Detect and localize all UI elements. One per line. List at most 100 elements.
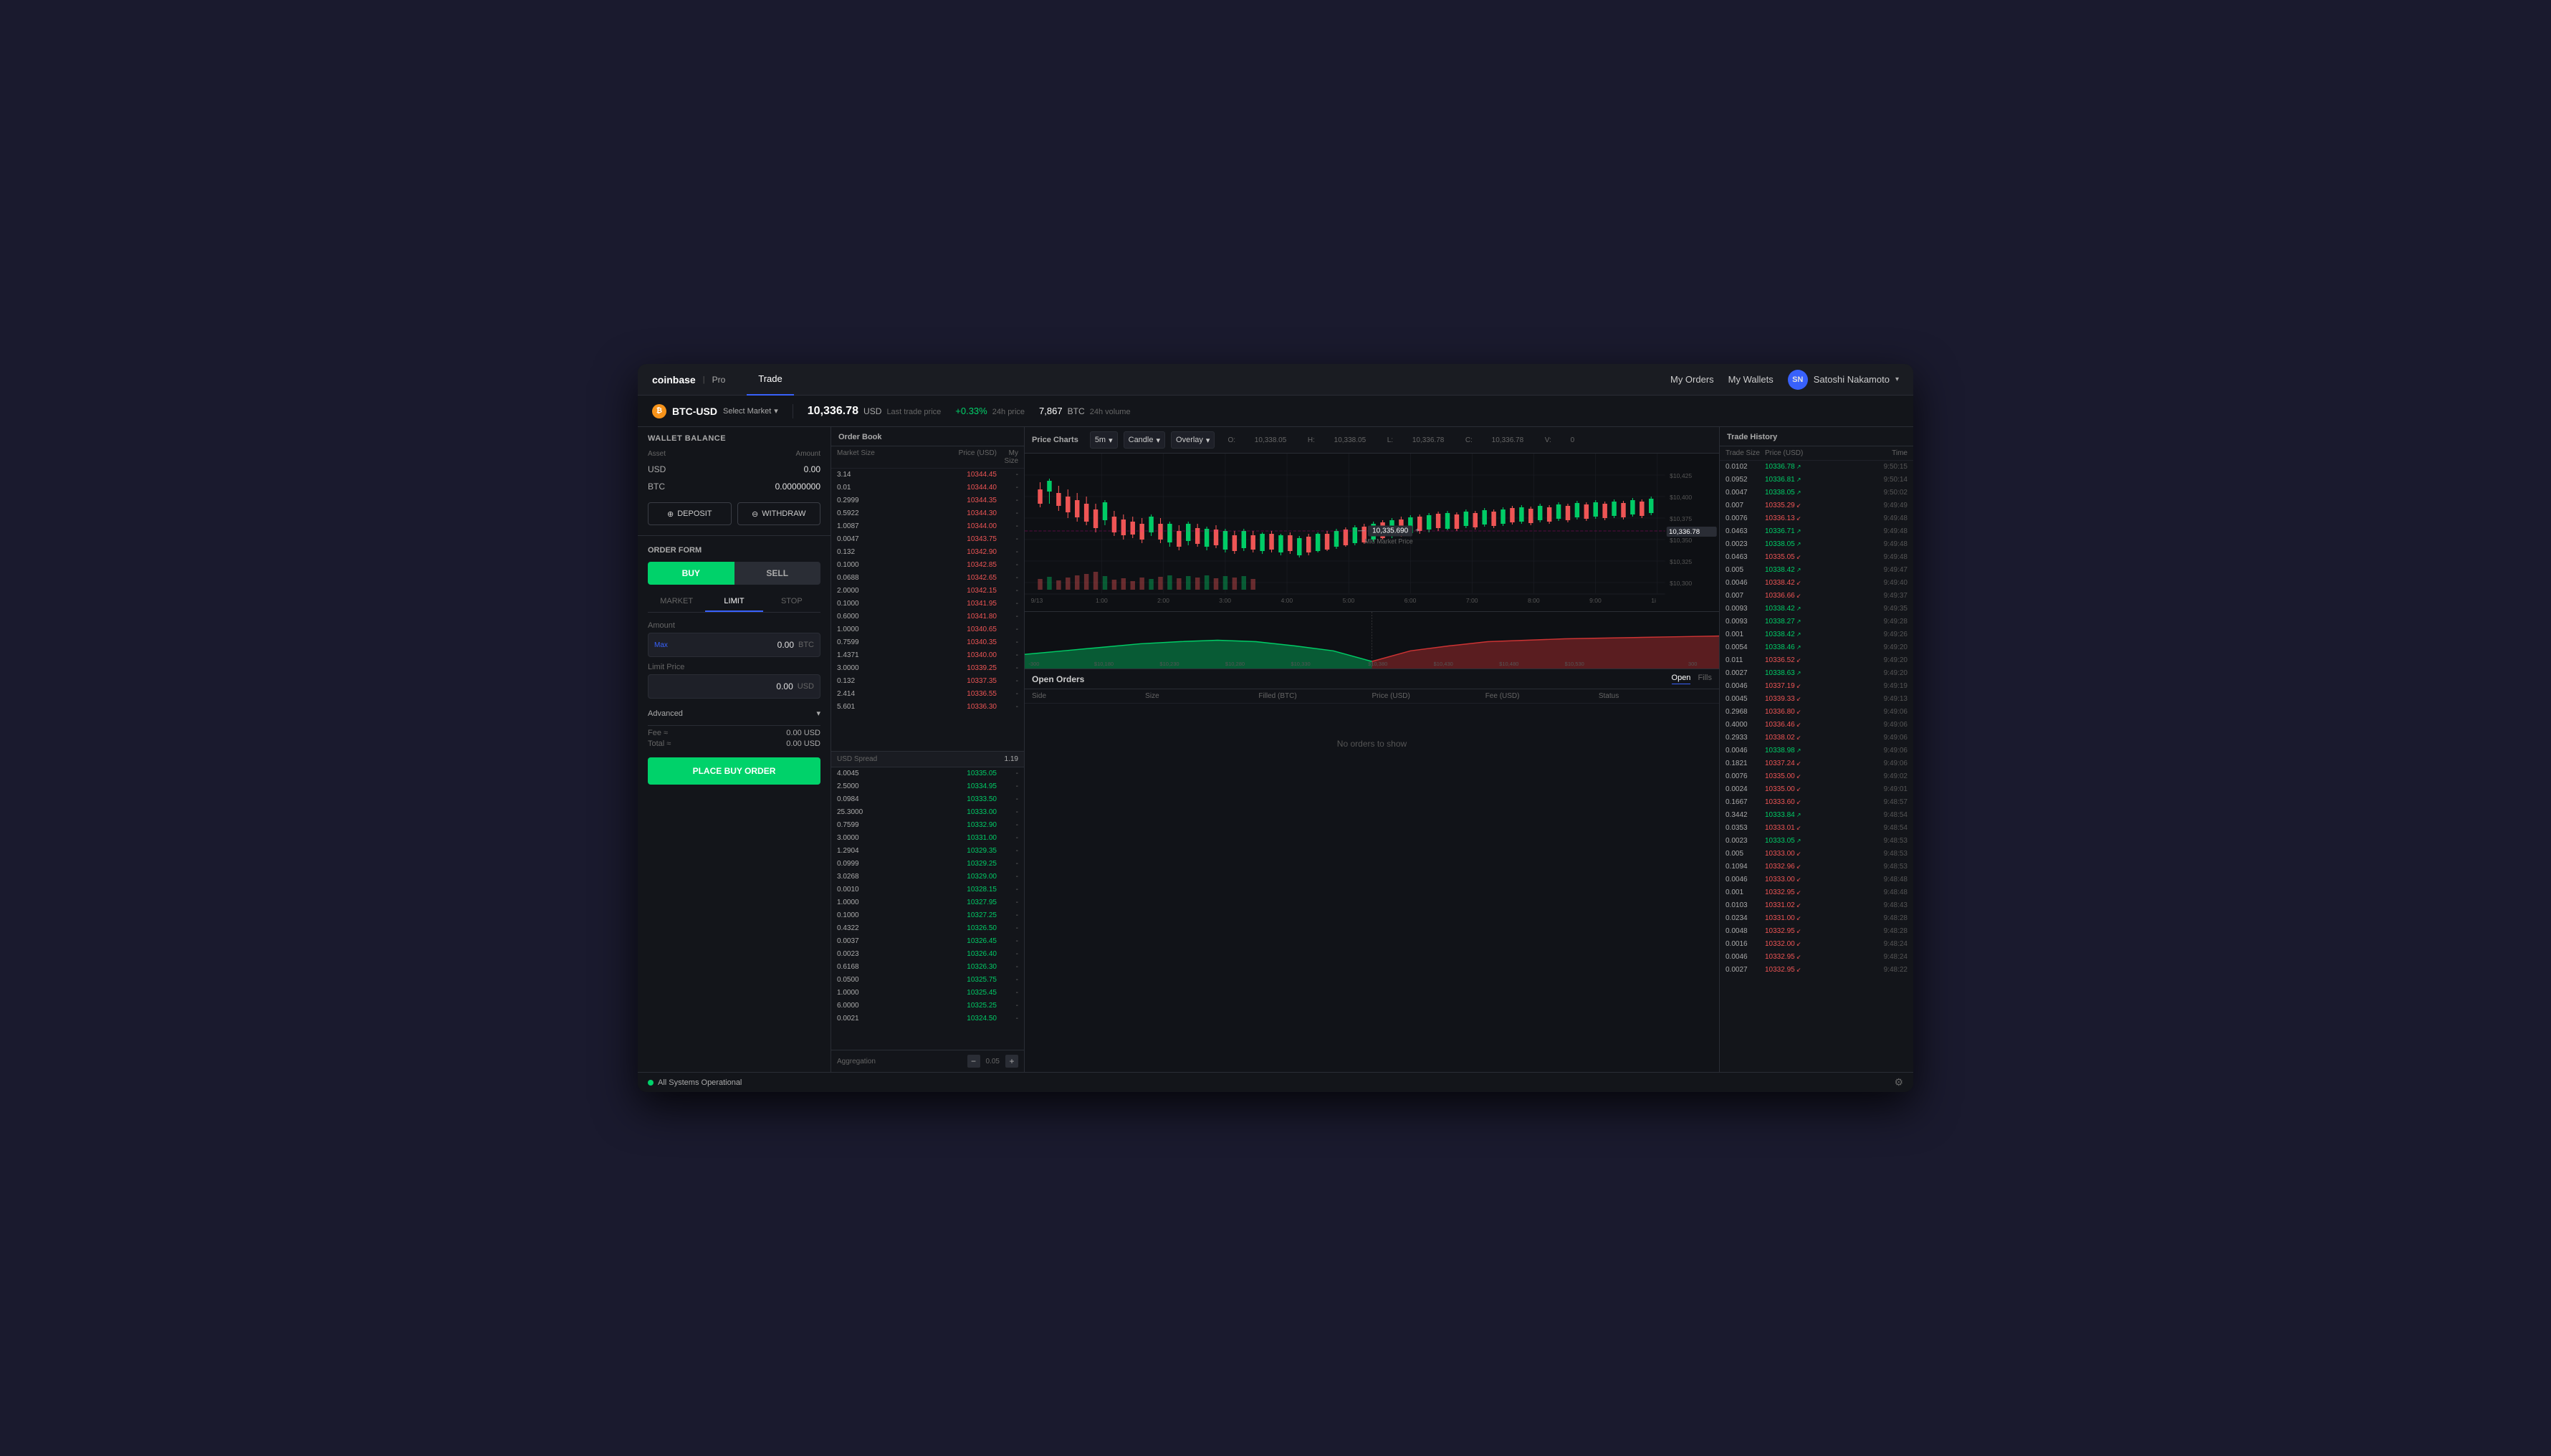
chevron-down-icon: ▾ xyxy=(1156,436,1160,445)
bid-row[interactable]: 0.001010328.15- xyxy=(831,883,1024,896)
ob-bid-price: 10334.95 xyxy=(917,782,997,792)
ob-size: 2.5000 xyxy=(837,782,917,792)
select-market-button[interactable]: Select Market ▾ xyxy=(723,406,778,416)
my-orders-link[interactable]: My Orders xyxy=(1670,374,1714,385)
ask-row[interactable]: 3.1410344.45- xyxy=(831,469,1024,482)
ob-size: 3.14 xyxy=(837,470,917,480)
down-arrow-icon: ↙ xyxy=(1796,863,1801,870)
overlay-dropdown[interactable]: Overlay ▾ xyxy=(1171,431,1215,449)
ask-row[interactable]: 0.100010342.85- xyxy=(831,559,1024,572)
ask-row[interactable]: 0.004710343.75- xyxy=(831,533,1024,546)
trade-time: 9:49:26 xyxy=(1875,630,1908,640)
bid-row[interactable]: 0.002310326.40- xyxy=(831,948,1024,961)
bid-row[interactable]: 6.000010325.25- xyxy=(831,1000,1024,1012)
bid-row[interactable]: 1.000010325.45- xyxy=(831,987,1024,1000)
ob-my-size: - xyxy=(997,535,1018,545)
bid-row[interactable]: 0.050010325.75- xyxy=(831,974,1024,987)
bid-row[interactable]: 1.000010327.95- xyxy=(831,896,1024,909)
ask-row[interactable]: 0.592210344.30- xyxy=(831,507,1024,520)
ask-row[interactable]: 0.600010341.80- xyxy=(831,610,1024,623)
stop-order-tab[interactable]: STOP xyxy=(763,592,820,612)
settings-icon[interactable]: ⚙ xyxy=(1894,1076,1903,1088)
ask-row[interactable]: 5.60110336.30- xyxy=(831,701,1024,714)
amount-input[interactable] xyxy=(674,640,794,650)
ask-row[interactable]: 2.41410336.55- xyxy=(831,688,1024,701)
open-tab[interactable]: Open xyxy=(1672,674,1691,684)
bid-row[interactable]: 0.002110324.50- xyxy=(831,1012,1024,1025)
nav-tab-trade[interactable]: Trade xyxy=(747,364,793,396)
ask-row[interactable]: 1.008710344.00- xyxy=(831,520,1024,533)
trade-price: 10338.42↗ xyxy=(1765,630,1875,640)
ask-row[interactable]: 0.0110344.40- xyxy=(831,482,1024,494)
ask-row[interactable]: 0.759910340.35- xyxy=(831,636,1024,649)
trade-time: 9:48:53 xyxy=(1875,849,1908,859)
ob-bid-price: 10327.25 xyxy=(917,911,997,921)
ask-row[interactable]: 0.13210342.90- xyxy=(831,546,1024,559)
ob-my-size: - xyxy=(997,702,1018,712)
bid-row[interactable]: 0.003710326.45- xyxy=(831,935,1024,948)
max-link[interactable]: Max xyxy=(654,641,668,649)
svg-text:$10,480: $10,480 xyxy=(1499,661,1518,667)
market-order-tab[interactable]: MARKET xyxy=(648,592,705,612)
ask-row[interactable]: 0.299910344.35- xyxy=(831,494,1024,507)
agg-minus-button[interactable]: − xyxy=(967,1055,980,1068)
fills-tab[interactable]: Fills xyxy=(1698,674,1712,684)
ob-bid-price: 10329.00 xyxy=(917,872,997,882)
bid-row[interactable]: 2.500010334.95- xyxy=(831,780,1024,793)
trade-history-row: 0.007610336.13↙9:49:48 xyxy=(1720,512,1913,525)
up-arrow-icon: ↗ xyxy=(1796,567,1801,573)
trade-size: 0.0027 xyxy=(1726,965,1765,975)
down-arrow-icon: ↙ xyxy=(1796,851,1801,857)
ask-row[interactable]: 0.13210337.35- xyxy=(831,675,1024,688)
chart-area: Price Charts 5m ▾ Candle ▾ Overlay ▾ O: … xyxy=(1025,427,1720,1072)
down-arrow-icon: ↙ xyxy=(1796,799,1801,805)
advanced-toggle[interactable]: Advanced ▾ xyxy=(648,704,820,722)
up-arrow-icon: ↗ xyxy=(1796,670,1801,676)
bid-row[interactable]: 0.616810326.30- xyxy=(831,961,1024,974)
agg-plus-button[interactable]: + xyxy=(1005,1055,1018,1068)
ob-ask-price: 10340.65 xyxy=(917,625,997,635)
trade-time: 9:48:54 xyxy=(1875,810,1908,820)
bid-row[interactable]: 0.100010327.25- xyxy=(831,909,1024,922)
ask-row[interactable]: 0.068810342.65- xyxy=(831,572,1024,585)
ask-row[interactable]: 1.000010340.65- xyxy=(831,623,1024,636)
amount-col-header: Amount xyxy=(709,447,831,461)
sell-tab-button[interactable]: SELL xyxy=(734,562,821,585)
amount-unit: BTC xyxy=(798,641,814,649)
bid-row[interactable]: 3.000010331.00- xyxy=(831,832,1024,845)
ask-row[interactable]: 1.437110340.00- xyxy=(831,649,1024,662)
deposit-button[interactable]: ⊕ DEPOSIT xyxy=(648,502,732,525)
bid-row[interactable]: 1.290410329.35- xyxy=(831,845,1024,858)
ask-row[interactable]: 2.000010342.15- xyxy=(831,585,1024,598)
svg-text:$10,230: $10,230 xyxy=(1159,661,1179,667)
trade-size: 0.3442 xyxy=(1726,810,1765,820)
trade-size: 0.005 xyxy=(1726,565,1765,575)
bid-row[interactable]: 25.300010333.00- xyxy=(831,806,1024,819)
chart-type-dropdown[interactable]: Candle ▾ xyxy=(1124,431,1165,449)
trade-size: 0.4000 xyxy=(1726,720,1765,730)
bid-row[interactable]: 0.099910329.25- xyxy=(831,858,1024,871)
ask-row[interactable]: 0.100010341.95- xyxy=(831,598,1024,610)
bid-row[interactable]: 0.759910332.90- xyxy=(831,819,1024,832)
limit-order-tab[interactable]: LIMIT xyxy=(705,592,762,612)
ob-bid-price: 10331.00 xyxy=(917,833,997,843)
trade-size: 0.0023 xyxy=(1726,836,1765,846)
withdraw-button[interactable]: ⊖ WITHDRAW xyxy=(737,502,821,525)
trade-history-row: 0.002310333.05↗9:48:53 xyxy=(1720,835,1913,848)
ask-row[interactable]: 3.000010339.25- xyxy=(831,662,1024,675)
trade-size: 0.001 xyxy=(1726,888,1765,898)
buy-tab-button[interactable]: BUY xyxy=(648,562,734,585)
user-area[interactable]: SN Satoshi Nakamoto ▾ xyxy=(1788,370,1899,390)
bid-row[interactable]: 4.004510335.05- xyxy=(831,767,1024,780)
top-navigation: coinbase | Pro Trade My Orders My Wallet… xyxy=(638,364,1913,396)
trade-price: 10331.00↙ xyxy=(1765,914,1875,924)
bid-row[interactable]: 0.098410333.50- xyxy=(831,793,1024,806)
ob-my-size: - xyxy=(997,872,1018,882)
bid-row[interactable]: 3.026810329.00- xyxy=(831,871,1024,883)
limit-price-input[interactable] xyxy=(654,681,793,691)
my-wallets-link[interactable]: My Wallets xyxy=(1728,374,1774,385)
timeframe-dropdown[interactable]: 5m ▾ xyxy=(1090,431,1118,449)
place-buy-order-button[interactable]: PLACE BUY ORDER xyxy=(648,757,820,785)
bid-row[interactable]: 0.432210326.50- xyxy=(831,922,1024,935)
trade-size: 0.0093 xyxy=(1726,604,1765,614)
